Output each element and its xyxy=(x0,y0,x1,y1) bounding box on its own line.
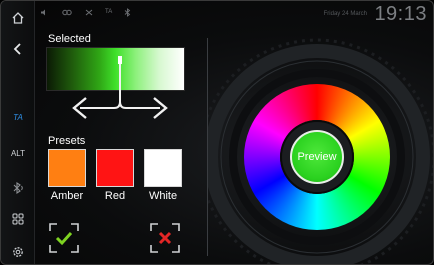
network-icon xyxy=(85,9,93,18)
cross-icon xyxy=(150,223,180,253)
bluetooth-audio-icon[interactable] xyxy=(1,179,35,197)
sidebar-alt-button[interactable]: ALT xyxy=(1,145,35,161)
clock: 19:13 xyxy=(374,3,427,25)
sidebar: TA ALT xyxy=(1,1,35,264)
apps-grid-icon[interactable] xyxy=(1,210,35,228)
preset-white-label: White xyxy=(148,190,178,202)
preview-button[interactable]: Preview xyxy=(290,130,344,184)
screen: TA ALT TA Friday 24 March 19:13 Selected xyxy=(0,0,434,265)
mute-icon xyxy=(40,9,48,18)
ta-status-label: TA xyxy=(105,9,113,15)
selected-title: Selected xyxy=(48,33,91,45)
date-label: Friday 24 March xyxy=(323,11,367,17)
preset-amber-label: Amber xyxy=(50,190,84,202)
color-wheel-panel: Preview xyxy=(208,25,433,264)
sidebar-ta-button[interactable]: TA xyxy=(1,109,35,125)
status-bar: TA Friday 24 March 19:13 xyxy=(35,1,433,25)
preset-red-swatch[interactable] xyxy=(96,149,134,187)
checkmark-icon xyxy=(49,223,79,253)
preset-white-swatch[interactable] xyxy=(144,149,182,187)
cancel-button[interactable] xyxy=(149,222,181,254)
home-icon[interactable] xyxy=(1,9,35,27)
confirm-button[interactable] xyxy=(48,222,80,254)
bluetooth-icon xyxy=(124,8,131,19)
selector-slider-handle[interactable] xyxy=(66,56,174,126)
preset-amber-swatch[interactable] xyxy=(48,149,86,187)
preset-red-label: Red xyxy=(104,190,126,202)
signal-icon xyxy=(62,9,72,18)
back-icon[interactable] xyxy=(1,39,35,59)
settings-gear-icon[interactable] xyxy=(1,243,35,261)
presets-title: Presets xyxy=(48,135,86,147)
